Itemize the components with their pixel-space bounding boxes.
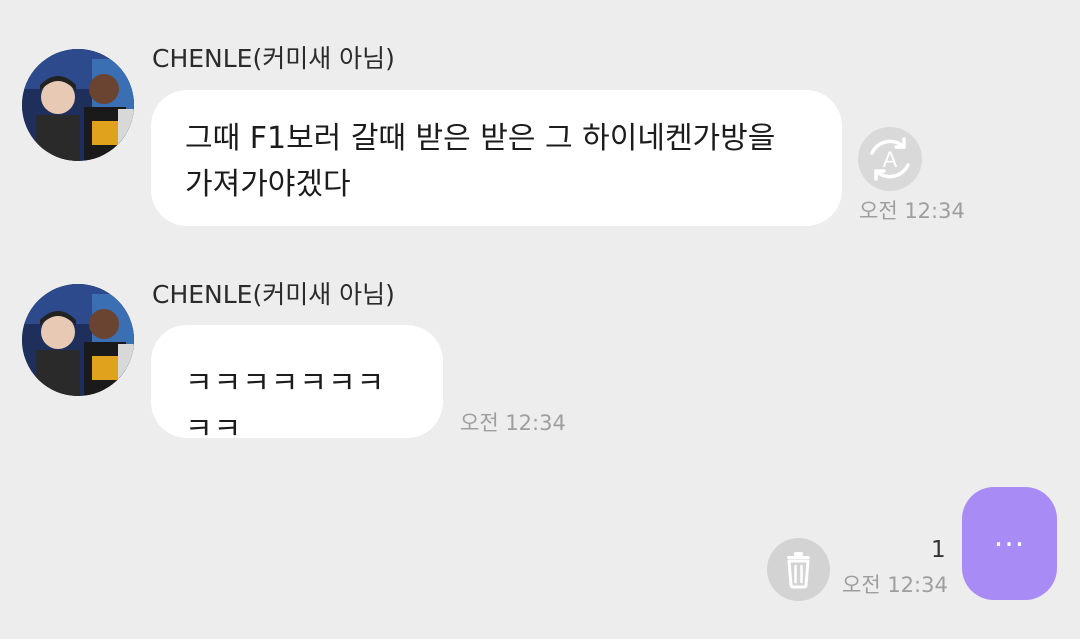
sender-avatar[interactable] [22, 49, 134, 161]
chat-room: CHENLE(커미새 아님) 그때 F1보러 갈때 받은 받은 그 하이네켄가방… [0, 0, 1080, 639]
unread-count: 1 [931, 537, 946, 563]
sender-avatar[interactable] [22, 284, 134, 396]
profile-photo-icon [22, 49, 134, 161]
my-message-bubble[interactable]: ... [962, 487, 1057, 600]
trash-icon [787, 552, 810, 589]
svg-text:A: A [883, 147, 898, 172]
message-bubble[interactable]: ㅋㅋㅋㅋㅋㅋㅋㅋㅋ [151, 325, 443, 447]
message-bubble[interactable]: 그때 F1보러 갈때 받은 받은 그 하이네켄가방을 가져가야겠다 [151, 90, 842, 226]
sender-name: CHENLE(커미새 아님) [152, 280, 395, 309]
translate-button[interactable]: A [858, 127, 922, 191]
profile-photo-icon [22, 284, 134, 396]
my-message-text: ... [993, 519, 1026, 554]
delete-button[interactable] [767, 538, 830, 601]
message-text-line: 그때 F1보러 갈때 받은 받은 그 하이네켄가방을 [185, 121, 776, 156]
message-time: 오전 12:34 [460, 411, 566, 435]
sender-name: CHENLE(커미새 아님) [152, 44, 395, 73]
message-time: 오전 12:34 [842, 573, 948, 597]
translate-icon: A [870, 137, 910, 181]
message-text-line: 가져가야겠다 [185, 167, 351, 202]
message-text: ㅋㅋㅋㅋㅋㅋㅋㅋㅋ [185, 366, 386, 447]
message-time: 오전 12:34 [859, 199, 965, 223]
